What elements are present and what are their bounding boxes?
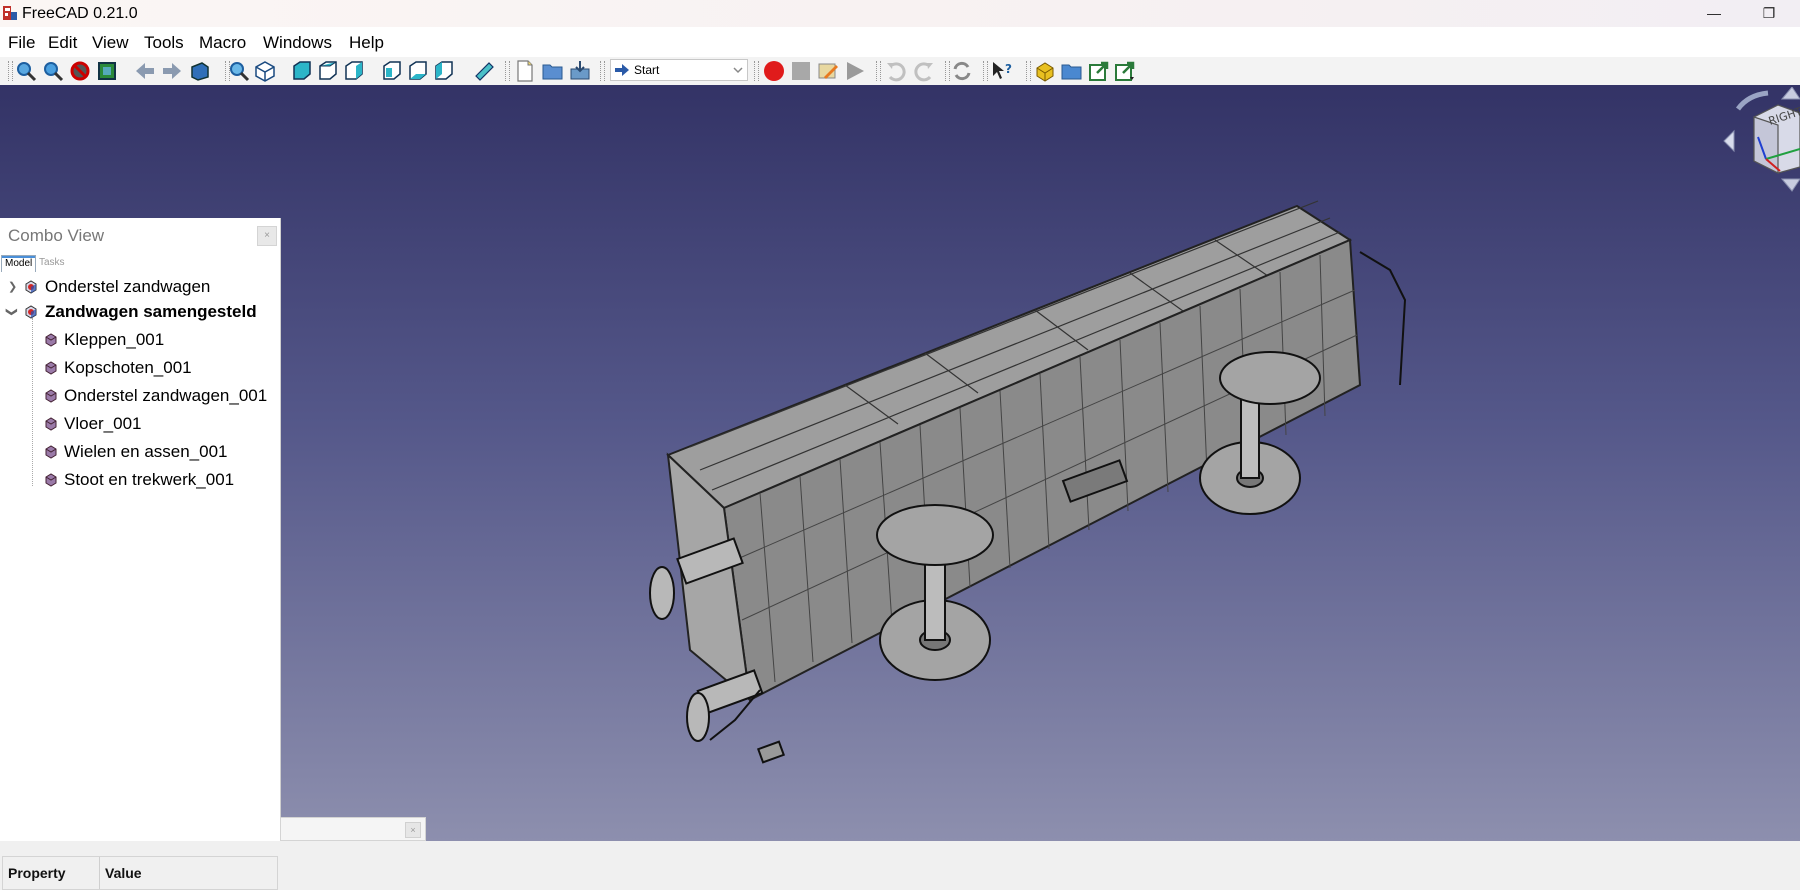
close-panel-button[interactable]: × [405, 822, 421, 838]
tree-item-kleppen[interactable]: Kleppen_001 [0, 327, 280, 353]
bounding-box-icon[interactable] [95, 59, 119, 83]
menu-help[interactable]: Help [349, 33, 384, 53]
right-view-icon[interactable] [342, 59, 366, 83]
forward-arrow-icon[interactable] [160, 59, 184, 83]
tree-item-kopschoten[interactable]: Kopschoten_001 [0, 355, 280, 381]
property-table-header: Property Value [2, 856, 278, 890]
link-actions-icon[interactable] [1113, 59, 1137, 83]
combo-view-panel: Combo View × Model Tasks ❯ Onderstel zan… [0, 218, 281, 890]
link-part-icon [45, 333, 57, 347]
tree-item-zandwagen-samengesteld[interactable]: ❯ Zandwagen samengesteld [0, 299, 280, 325]
menu-edit[interactable]: Edit [48, 33, 77, 53]
bottom-view-icon[interactable] [406, 59, 430, 83]
measure-icon[interactable] [472, 59, 496, 83]
tree-item-vloer[interactable]: Vloer_001 [0, 411, 280, 437]
group-folder-icon[interactable] [1060, 59, 1084, 83]
close-panel-button[interactable]: × [257, 226, 277, 246]
navigation-cube[interactable]: RIGHT [1720, 87, 1800, 197]
link-part-icon [45, 473, 57, 487]
fit-all-icon[interactable] [14, 59, 38, 83]
menu-bar: File Edit View Tools Macro Windows Help [0, 27, 1800, 57]
toolbar-grip[interactable] [505, 61, 510, 81]
top-view-icon[interactable] [316, 59, 340, 83]
link-part-icon [45, 417, 57, 431]
menu-file[interactable]: File [8, 33, 35, 53]
redo-icon[interactable] [912, 59, 936, 83]
menu-windows[interactable]: Windows [263, 33, 332, 53]
zoom-icon[interactable] [227, 59, 251, 83]
chevron-down-icon [733, 67, 743, 74]
toolbar-grip[interactable] [1026, 61, 1031, 81]
tree-item-stoot-en-trekwerk[interactable]: Stoot en trekwerk_001 [0, 467, 280, 493]
macro-execute-icon[interactable] [843, 59, 867, 83]
new-document-icon[interactable] [513, 59, 537, 83]
tree-item-wielen-en-assen[interactable]: Wielen en assen_001 [0, 439, 280, 465]
undo-icon[interactable] [884, 59, 908, 83]
macro-stop-icon[interactable] [789, 59, 813, 83]
tree-item-onderstel-zandwagen-001[interactable]: Onderstel zandwagen_001 [0, 383, 280, 409]
front-view-icon[interactable] [290, 59, 314, 83]
tree-item-label: Wielen en assen_001 [64, 442, 228, 461]
property-column-header[interactable]: Property [3, 857, 100, 889]
restore-button[interactable]: ❐ [1749, 2, 1789, 24]
draw-style-icon[interactable] [68, 59, 92, 83]
minimize-button[interactable]: — [1694, 2, 1734, 24]
workbench-label: Start [634, 63, 660, 77]
toolbar-grip[interactable] [876, 61, 881, 81]
link-part-icon [45, 389, 57, 403]
refresh-icon[interactable] [950, 59, 974, 83]
chevron-down-icon[interactable]: ❯ [0, 307, 25, 316]
window-title: FreeCAD 0.21.0 [22, 5, 138, 22]
menu-view[interactable]: View [92, 33, 129, 53]
tree-item-label: Onderstel zandwagen [45, 277, 211, 296]
fit-selection-icon[interactable] [41, 59, 65, 83]
assembly-icon [25, 305, 37, 319]
freecad-logo-icon [3, 6, 17, 20]
macro-record-icon[interactable] [762, 59, 786, 83]
assembly-icon [25, 280, 37, 294]
rear-view-icon[interactable] [380, 59, 404, 83]
value-column-header[interactable]: Value [100, 857, 277, 889]
nav-left-arrow-icon[interactable] [1723, 129, 1735, 153]
rotate-arrow-icon[interactable] [1735, 90, 1769, 111]
menu-tools[interactable]: Tools [144, 33, 184, 53]
workbench-selector[interactable]: Start [610, 59, 748, 81]
link-part-icon [45, 445, 57, 459]
report-view-tab[interactable]: × [280, 817, 426, 841]
tree-guide-line [32, 318, 33, 486]
tab-tasks[interactable]: Tasks [36, 255, 68, 271]
std-views-icon[interactable] [188, 59, 212, 83]
tab-model[interactable]: Model [1, 255, 37, 272]
arrow-right-icon [615, 64, 629, 76]
left-view-icon[interactable] [432, 59, 456, 83]
svg-text:?: ? [1005, 62, 1012, 76]
title-bar: FreeCAD 0.21.0 — ❐ [0, 0, 1800, 27]
main-toolbar: Start ? [0, 57, 1800, 86]
macro-edit-icon[interactable] [816, 59, 840, 83]
part-icon[interactable] [1033, 59, 1057, 83]
toolbar-grip[interactable] [983, 61, 988, 81]
toolbar-grip[interactable] [8, 61, 13, 81]
link-part-icon [45, 361, 57, 375]
tree-item-label: Kleppen_001 [64, 330, 165, 349]
open-document-icon[interactable] [541, 59, 565, 83]
toolbar-grip[interactable] [754, 61, 759, 81]
menu-macro[interactable]: Macro [199, 33, 246, 53]
tree-item-label: Kopschoten_001 [64, 358, 192, 377]
isometric-view-icon[interactable] [253, 59, 277, 83]
combo-view-title: Combo View [8, 226, 105, 245]
tree-item-label: Onderstel zandwagen_001 [64, 386, 268, 405]
tree-item-onderstel-zandwagen[interactable]: ❯ Onderstel zandwagen [0, 274, 280, 300]
link-icon[interactable] [1087, 59, 1111, 83]
back-arrow-icon[interactable] [133, 59, 157, 83]
tree-item-label: Stoot en trekwerk_001 [64, 470, 235, 489]
whats-this-icon[interactable]: ? [990, 59, 1014, 83]
tree-item-label: Zandwagen samengesteld [45, 302, 257, 321]
save-document-icon[interactable] [568, 59, 592, 83]
tree-item-label: Vloer_001 [64, 414, 142, 433]
chevron-right-icon[interactable]: ❯ [8, 274, 17, 300]
toolbar-grip[interactable] [600, 61, 605, 81]
